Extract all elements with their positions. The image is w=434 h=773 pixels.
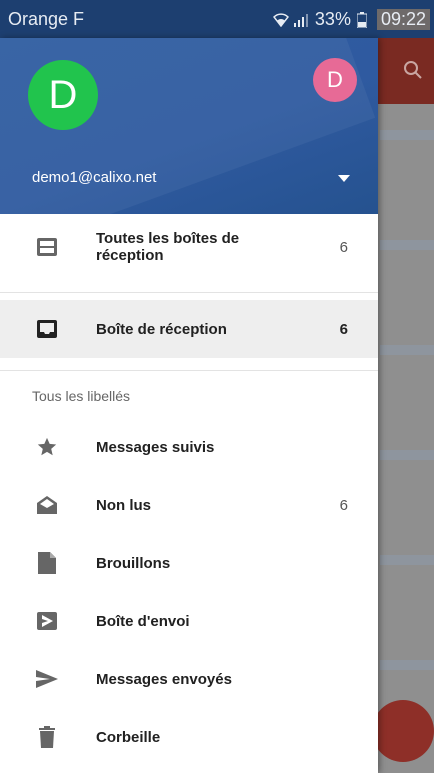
secondary-account-avatar[interactable]: D [313,58,357,102]
background-line [380,450,434,460]
battery-icon [356,11,367,28]
drawer-item-starred[interactable]: Messages suivis [0,418,378,476]
star-icon [34,434,60,460]
drawer-item-inbox[interactable]: Boîte de réception 6 [0,300,378,358]
status-icons [272,12,309,27]
background-line [380,660,434,670]
draft-icon [34,550,60,576]
chevron-down-icon[interactable] [338,175,350,183]
compose-fab [372,700,434,762]
drawer-item-label: Boîte d'envoi [96,612,190,630]
background-line [380,240,434,250]
battery-percent: 33% [314,9,351,29]
unread-mail-icon [34,492,60,518]
signal-icon [293,13,308,27]
background-line [380,555,434,565]
drawer-item-sent[interactable]: Messages envoyés [0,650,378,708]
divider [0,292,378,293]
drawer-item-label: Toutes les boîtes de réception [96,230,240,264]
drawer-item-drafts[interactable]: Brouillons [0,534,378,592]
drawer-item-unread[interactable]: Non lus 6 [0,476,378,534]
drawer-item-label: Messages suivis [96,438,215,456]
unread-count: 6 [339,238,348,256]
account-header: D D demo1@calixo.net [0,38,378,214]
wifi-icon [272,12,289,27]
drawer-item-label: Brouillons [96,554,171,572]
divider [0,370,378,371]
labels-section-title: Tous les libellés [32,388,131,404]
clock: 09:22 [376,9,430,30]
navigation-drawer: D D demo1@calixo.net Toutes les boîtes d… [0,38,378,773]
status-right: 33% 09:22 [272,9,430,30]
drawer-item-label: Messages envoyés [96,670,232,688]
send-icon [34,666,60,692]
search-icon [404,61,422,79]
drawer-item-trash[interactable]: Corbeille [0,708,378,766]
background-line [380,130,434,140]
account-avatar[interactable]: D [28,60,98,130]
background-line [380,345,434,355]
drawer-item-all-inboxes[interactable]: Toutes les boîtes de réception 6 [0,218,378,276]
trash-icon [34,724,60,750]
status-bar: Orange F 33% 09:22 [0,0,434,38]
outbox-icon [34,608,60,634]
account-email[interactable]: demo1@calixo.net [32,169,156,186]
unread-count: 6 [339,496,348,514]
carrier-name: Orange F [8,9,85,29]
drawer-item-label: Corbeille [96,728,161,746]
drawer-item-outbox[interactable]: Boîte d'envoi [0,592,378,650]
unread-count: 6 [339,320,348,338]
drawer-item-label: Boîte de réception [96,320,227,338]
all-inboxes-icon [34,234,60,260]
inbox-icon [34,316,60,342]
drawer-item-label: Non lus [96,496,151,514]
